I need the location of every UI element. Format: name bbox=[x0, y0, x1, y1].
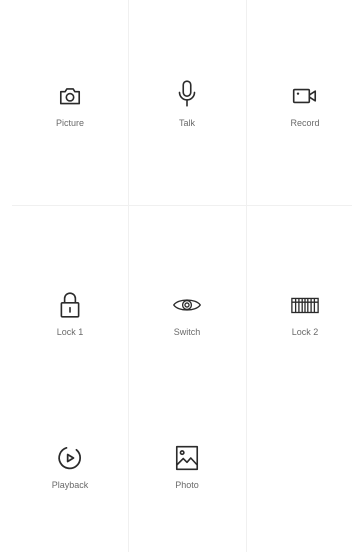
grid-divider bbox=[12, 205, 352, 206]
playback-button[interactable]: Playback bbox=[11, 443, 129, 491]
lock1-label: Lock 1 bbox=[56, 327, 84, 337]
lock1-button[interactable]: Lock 1 bbox=[11, 290, 129, 338]
photo-button[interactable]: Photo bbox=[128, 443, 246, 491]
camera-icon bbox=[55, 81, 85, 111]
talk-label: Talk bbox=[178, 118, 195, 128]
switch-button[interactable]: Switch bbox=[128, 290, 246, 338]
control-panel: Picture Talk Record Lock 1 Switch Lock 2… bbox=[0, 0, 352, 552]
lock2-label: Lock 2 bbox=[291, 327, 319, 337]
talk-button[interactable]: Talk bbox=[128, 77, 246, 129]
record-label: Record bbox=[290, 118, 320, 128]
microphone-icon bbox=[172, 77, 202, 111]
eye-icon bbox=[172, 290, 202, 320]
photo-label: Photo bbox=[175, 480, 199, 490]
image-icon bbox=[172, 443, 202, 473]
padlock-icon bbox=[55, 290, 85, 320]
picture-label: Picture bbox=[55, 118, 84, 128]
switch-label: Switch bbox=[173, 327, 201, 337]
picture-button[interactable]: Picture bbox=[11, 81, 129, 129]
playback-label: Playback bbox=[51, 480, 89, 490]
gate-icon bbox=[290, 290, 320, 320]
lock2-button[interactable]: Lock 2 bbox=[246, 290, 352, 338]
video-camera-icon bbox=[290, 81, 320, 111]
playback-icon bbox=[55, 443, 85, 473]
record-button[interactable]: Record bbox=[246, 81, 352, 129]
